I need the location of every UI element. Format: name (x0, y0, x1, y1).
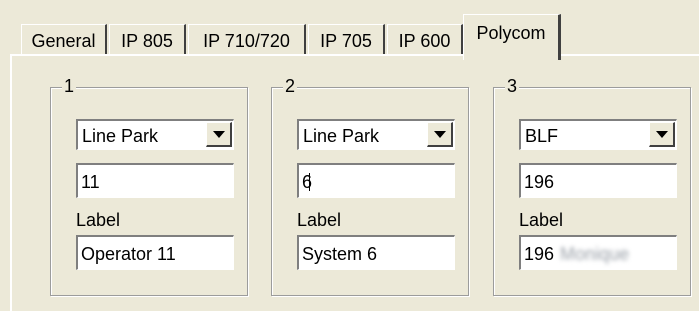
button-group-3: 3 BLF 196 Label 196 Monique (493, 75, 691, 296)
group-title: 2 (283, 75, 298, 97)
tab-label: General (31, 31, 96, 51)
obscured-text: Monique (560, 244, 630, 264)
chevron-down-icon (434, 131, 446, 138)
button-group-2: 2 Line Park 6 Label System 6 (271, 75, 469, 296)
tab-label: Polycom (476, 23, 546, 43)
button-type-select[interactable]: BLF (519, 119, 677, 150)
number-input[interactable]: 196 (519, 163, 677, 198)
input-value: 11 (81, 172, 100, 192)
tab-ip-805[interactable]: IP 805 (109, 24, 186, 56)
tab-label: IP 710/720 (203, 31, 290, 51)
input-value: 6 (302, 170, 313, 194)
button-type-select[interactable]: Line Park (297, 119, 455, 150)
group-title: 3 (505, 75, 520, 97)
chevron-down-icon (656, 131, 668, 138)
group-title: 1 (62, 75, 77, 97)
chevron-down-icon (213, 131, 225, 138)
dropdown-button[interactable] (427, 122, 453, 147)
tab-ip-600[interactable]: IP 600 (387, 24, 463, 56)
button-type-select[interactable]: Line Park (76, 119, 234, 150)
label-caption: Label (297, 210, 342, 230)
tab-general[interactable]: General (21, 24, 107, 56)
input-value: 196 (524, 172, 555, 192)
tab-polycom[interactable]: Polycom (463, 14, 561, 60)
tab-ip-705[interactable]: IP 705 (308, 24, 385, 56)
input-value: System 6 (302, 244, 378, 264)
label-caption: Label (519, 210, 564, 230)
input-value: 196 Monique (524, 242, 629, 266)
label-input[interactable]: 196 Monique (519, 235, 677, 270)
select-value: Line Park (82, 126, 159, 146)
input-value: Operator 11 (81, 244, 176, 264)
dropdown-button[interactable] (206, 122, 232, 147)
tab-ip-710-720[interactable]: IP 710/720 (188, 24, 306, 56)
tab-strip: General IP 805 IP 710/720 IP 705 IP 600 … (0, 0, 699, 62)
input-text: 6 (302, 172, 313, 192)
dropdown-button[interactable] (649, 122, 675, 147)
number-input[interactable]: 6 (297, 163, 455, 198)
tab-label: IP 705 (320, 31, 372, 51)
tab-label: IP 805 (121, 31, 173, 51)
select-value: Line Park (303, 126, 380, 146)
tab-label: IP 600 (398, 31, 451, 51)
number-input[interactable]: 11 (76, 163, 234, 198)
select-value: BLF (525, 126, 559, 146)
button-group-1: 1 Line Park 11 Label Operator 11 (50, 75, 248, 296)
input-text: 196 (524, 244, 555, 264)
label-caption: Label (76, 210, 121, 230)
label-input[interactable]: System 6 (297, 235, 455, 270)
text-caret (309, 173, 311, 191)
label-input[interactable]: Operator 11 (76, 235, 234, 270)
